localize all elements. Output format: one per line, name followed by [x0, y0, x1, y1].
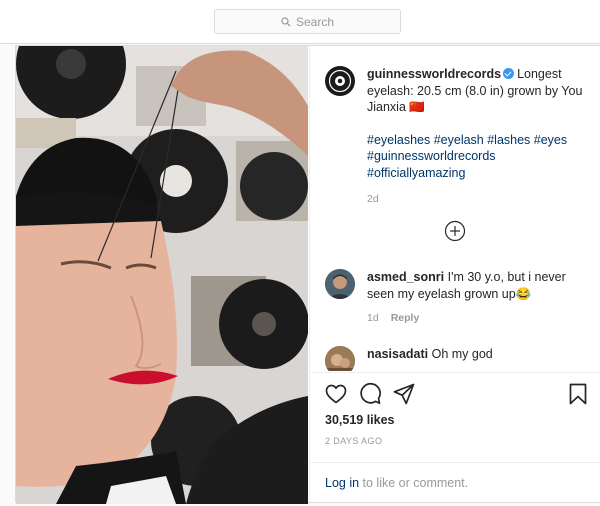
post-card: guinnessworldrecords Longest eyelash: 20.… — [15, 45, 600, 504]
guinness-avatar[interactable] — [325, 66, 355, 96]
search-placeholder: Search — [295, 14, 335, 29]
photo-illustration — [16, 46, 308, 504]
search-input[interactable]: Search — [214, 9, 401, 34]
post-author[interactable]: guinnessworldrecords — [367, 67, 501, 81]
post-photo[interactable] — [16, 46, 308, 504]
china-flag-icon: 🇨🇳 — [409, 100, 425, 114]
post-date[interactable]: 2 DAYS AGO — [325, 436, 382, 446]
comment-2: nasisadati Oh my god — [367, 346, 589, 363]
search-icon — [281, 16, 291, 27]
login-prompt: Log in to like or comment. — [310, 462, 600, 505]
comment-2-user[interactable]: nasisadati — [367, 347, 428, 361]
reply-button[interactable]: Reply — [391, 312, 420, 324]
login-link[interactable]: Log in — [325, 476, 359, 490]
user-photo-icon — [325, 346, 355, 371]
post-actions: 30,519 likes 2 DAYS AGO Log in to like o… — [310, 372, 600, 504]
comment-1: asmed_sonri I'm 30 y.o, but i never seen… — [367, 269, 589, 327]
guinness-logo-icon — [326, 67, 354, 95]
bookmark-icon[interactable] — [566, 382, 590, 406]
comment-icon[interactable] — [358, 382, 382, 406]
top-navigation-bar: Search — [0, 0, 600, 44]
comment-1-user[interactable]: asmed_sonri — [367, 270, 444, 284]
heart-icon[interactable] — [324, 382, 348, 406]
comment-1-time[interactable]: 1d — [367, 312, 379, 324]
hashtags[interactable]: #eyelashes #eyelash #lashes #eyes #guinn… — [367, 132, 589, 182]
comment-2-text: Oh my god — [431, 347, 493, 361]
verified-badge-icon — [503, 68, 515, 79]
post-time[interactable]: 2d — [367, 191, 589, 208]
like-count[interactable]: 30,519 likes — [325, 413, 395, 427]
comments-area: guinnessworldrecords Longest eyelash: 20.… — [310, 46, 600, 371]
asmed-sonri-avatar[interactable] — [325, 269, 355, 299]
post-sidebar: guinnessworldrecords Longest eyelash: 20.… — [309, 46, 600, 504]
share-icon[interactable] — [392, 382, 416, 406]
post-caption: guinnessworldrecords Longest eyelash: 20.… — [367, 66, 589, 208]
login-prompt-text: to like or comment. — [359, 476, 469, 490]
user-photo-icon — [325, 269, 355, 299]
nasisadati-avatar[interactable] — [325, 346, 355, 371]
load-more-comments-icon[interactable] — [444, 220, 466, 242]
